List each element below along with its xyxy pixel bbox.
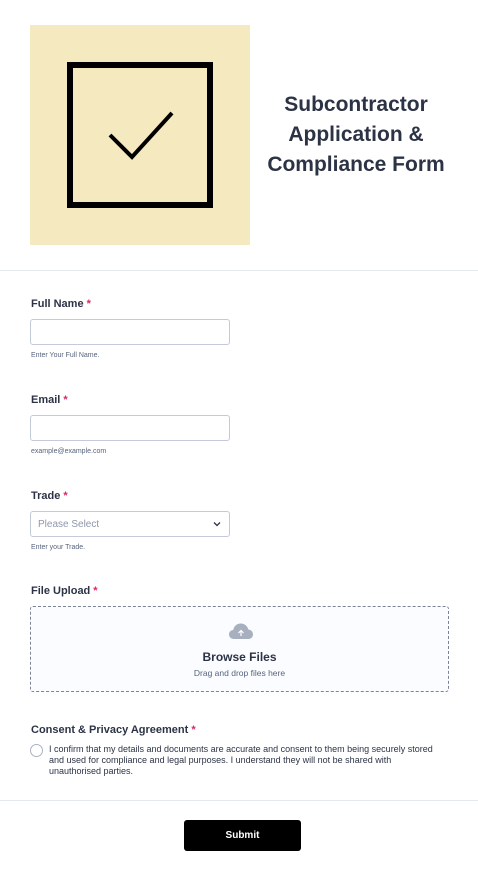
trade-label: Trade * xyxy=(31,490,68,502)
email-label-text: Email xyxy=(31,394,61,406)
email-label: Email * xyxy=(31,394,68,406)
form-title-line-2: Application & xyxy=(288,123,424,146)
consent-label-text: Consent & Privacy Agreement xyxy=(31,724,189,736)
checkbox-check-icon xyxy=(67,62,213,208)
full-name-sublabel: Enter Your Full Name. xyxy=(31,352,100,359)
required-mark: * xyxy=(93,585,98,597)
consent-label: Consent & Privacy Agreement * xyxy=(31,724,196,736)
consent-text: I confirm that my details and documents … xyxy=(49,744,433,776)
file-upload-label-text: File Upload xyxy=(31,585,91,597)
trade-select-placeholder: Please Select xyxy=(38,519,100,530)
required-mark: * xyxy=(86,298,91,310)
full-name-label: Full Name * xyxy=(31,298,91,310)
email-input[interactable] xyxy=(30,415,230,441)
file-upload-dropzone[interactable]: Browse Files Drag and drop files here xyxy=(30,606,449,692)
full-name-label-text: Full Name xyxy=(31,298,84,310)
submit-button[interactable]: Submit xyxy=(184,820,301,851)
required-mark: * xyxy=(63,490,68,502)
trade-label-text: Trade xyxy=(31,490,61,502)
form-title-line-1: Subcontractor xyxy=(284,93,428,116)
required-mark: * xyxy=(63,394,68,406)
form-title: Subcontractor Application & Compliance F… xyxy=(260,90,452,180)
divider xyxy=(0,800,478,801)
full-name-input[interactable] xyxy=(30,319,230,345)
form-title-line-3: Compliance Form xyxy=(267,153,445,176)
form-logo xyxy=(30,25,250,245)
file-upload-label: File Upload * xyxy=(31,585,98,597)
email-sublabel: example@example.com xyxy=(31,448,107,455)
consent-radio[interactable] xyxy=(30,744,43,757)
chevron-down-icon xyxy=(213,522,221,527)
required-mark: * xyxy=(191,724,196,736)
form-header: Subcontractor Application & Compliance F… xyxy=(0,0,478,271)
drag-drop-hint: Drag and drop files here xyxy=(193,668,286,678)
trade-sublabel: Enter your Trade. xyxy=(31,544,86,551)
trade-select[interactable]: Please Select xyxy=(30,511,230,537)
cloud-upload-icon xyxy=(229,623,253,639)
browse-files-button[interactable]: Browse Files xyxy=(31,650,448,664)
